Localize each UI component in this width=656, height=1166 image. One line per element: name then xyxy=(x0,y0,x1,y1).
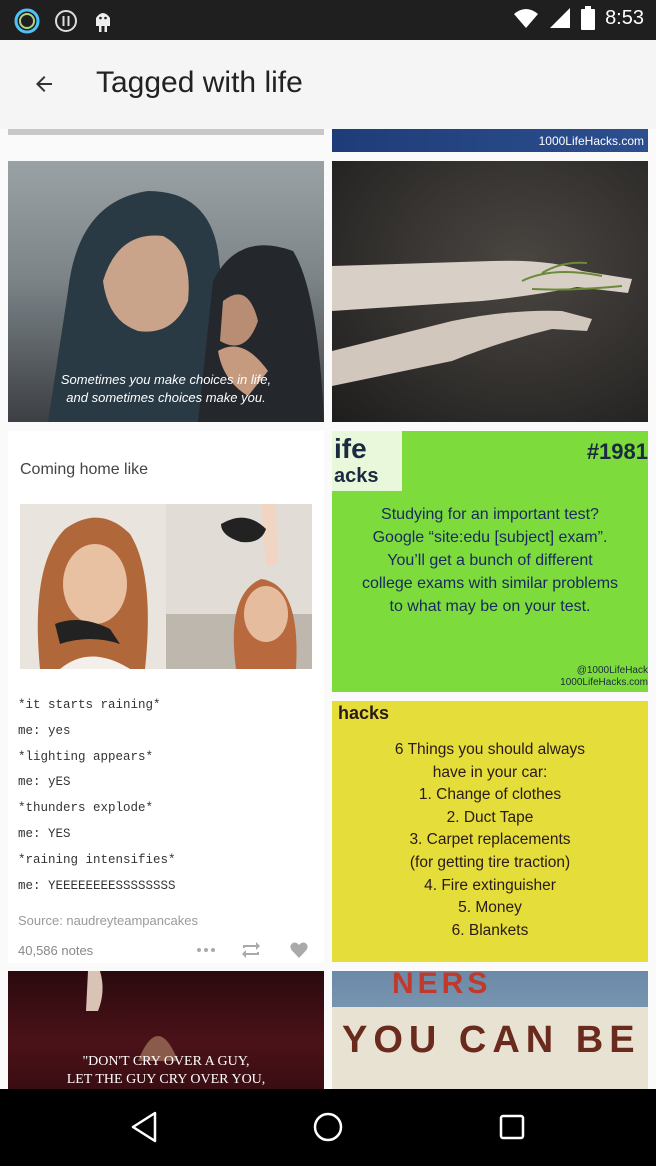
back-button[interactable] xyxy=(20,62,68,106)
image-tile-hands[interactable] xyxy=(332,161,648,422)
line-2: me: yes xyxy=(18,723,71,738)
recents-square-icon xyxy=(499,1114,525,1140)
yellow-brand: hacks xyxy=(338,703,390,723)
photo-girl-right xyxy=(166,504,312,669)
image-tile-partial-right[interactable]: 1000LifeHacks.com xyxy=(332,129,648,152)
green-line-5: to what may be on your test. xyxy=(389,598,591,615)
line-8: me: YEEEEEEEESSSSSSSS xyxy=(18,878,176,893)
image-tile-marquee[interactable]: NERS YOU CAN BE xyxy=(332,971,648,1089)
dont-cry-text: "DON'T CRY OVER A GUY, LET THE GUY CRY O… xyxy=(8,1053,324,1089)
green-line-2: Google “site:edu [subject] exam”. xyxy=(372,529,608,546)
android-icon xyxy=(96,13,110,32)
circle-app-icon xyxy=(14,8,40,34)
line-7: *raining intensifies* xyxy=(18,852,176,867)
page-title: Tagged with life xyxy=(96,66,303,99)
green-line-4: college exams with similar problems xyxy=(361,575,619,592)
green-line-1: Studying for an important test? xyxy=(381,506,599,523)
system-nav-bar xyxy=(0,1089,656,1166)
line-5: *thunders explode* xyxy=(18,801,154,816)
image-tile-kiss[interactable]: Sometimes you make choices in life, and … xyxy=(8,161,324,422)
image-tile-dont-cry[interactable]: "DON'T CRY OVER A GUY, LET THE GUY CRY O… xyxy=(8,971,324,1089)
hack-number: #1981 xyxy=(586,439,648,464)
line-1: *it starts raining* xyxy=(18,698,161,712)
kiss-caption: Sometimes you make choices in life, and … xyxy=(8,371,324,407)
image-tile-lifehack-yellow[interactable]: hacks 6 Things you should always have in… xyxy=(332,701,648,962)
hack-yellow-text: 6 Things you should always have in your … xyxy=(332,739,648,942)
coming-home-lines: *it starts raining* me: yes *lighting ap… xyxy=(18,693,176,899)
hack-site: 1000LifeHacks.com xyxy=(560,677,648,688)
home-circle-icon xyxy=(313,1112,343,1142)
brand-line1: ife xyxy=(334,433,367,464)
yellow-line-3: 1. Change of clothes xyxy=(418,786,562,804)
status-time: 8:53 xyxy=(605,6,644,29)
hack-handle: @1000LifeHack xyxy=(576,665,648,676)
image-tile-lifehack-green[interactable]: ife acks #1981 Studying for an important… xyxy=(332,431,648,692)
marquee-sign-top: NERS xyxy=(392,971,492,1000)
yellow-line-5: 3. Carpet replacements xyxy=(409,831,571,849)
reblog-icon xyxy=(242,942,260,958)
watermark-text: 1000LifeHacks.com xyxy=(538,134,644,148)
yellow-line-6: (for getting tire traction) xyxy=(409,853,571,871)
image-tile-partial-left[interactable] xyxy=(8,129,324,135)
kiss-caption-line2: and sometimes choices make you. xyxy=(66,390,266,405)
brand-line2: acks xyxy=(334,465,379,487)
status-bar: 8:53 xyxy=(0,0,656,40)
kiss-caption-line1: Sometimes you make choices in life, xyxy=(60,372,272,387)
yellow-line-2: have in your car: xyxy=(432,763,548,781)
heart-icon xyxy=(290,942,308,958)
image-tile-coming-home[interactable]: Coming home like *it starts raining* me:… xyxy=(8,431,324,963)
yellow-line-7: 4. Fire extinguisher xyxy=(424,876,556,894)
photo-hands xyxy=(332,260,632,386)
more-icon xyxy=(197,948,215,952)
dont-cry-line1: "DON'T CRY OVER A GUY, xyxy=(82,1054,250,1069)
photo-girl-left xyxy=(20,504,166,669)
line-3: *lighting appears* xyxy=(18,749,154,764)
source-text: Source: naudreyteampancakes xyxy=(18,913,198,928)
back-triangle-icon xyxy=(131,1111,157,1143)
yellow-line-9: 6. Blankets xyxy=(451,921,529,939)
app-bar: Tagged with life xyxy=(0,40,656,129)
yellow-line-4: 2. Duct Tape xyxy=(446,808,534,826)
arrow-back-icon xyxy=(36,76,52,92)
image-grid: 1000LifeHacks.com Sometimes you make cho… xyxy=(0,129,656,1089)
notes-count: 40,586 notes xyxy=(18,943,94,958)
battery-icon xyxy=(581,6,596,30)
info-icon xyxy=(55,10,77,32)
green-line-3: You’ll get a bunch of different xyxy=(387,552,593,569)
line-6: me: YES xyxy=(18,826,71,841)
marquee-text: YOU CAN BE xyxy=(342,1019,641,1061)
line-4: me: yES xyxy=(18,775,71,790)
nav-recents-button[interactable] xyxy=(492,1107,532,1147)
wifi-icon xyxy=(514,9,539,28)
yellow-line-8: 5. Money xyxy=(458,899,522,917)
signal-icon xyxy=(550,8,571,28)
nav-back-button[interactable] xyxy=(124,1107,164,1147)
nav-home-button[interactable] xyxy=(308,1107,348,1147)
hack-green-text: Studying for an important test? Google “… xyxy=(332,503,648,618)
yellow-line-1: 6 Things you should always xyxy=(394,741,586,758)
coming-home-heading: Coming home like xyxy=(20,461,149,478)
dont-cry-line2: LET THE GUY CRY OVER YOU, xyxy=(66,1072,266,1087)
